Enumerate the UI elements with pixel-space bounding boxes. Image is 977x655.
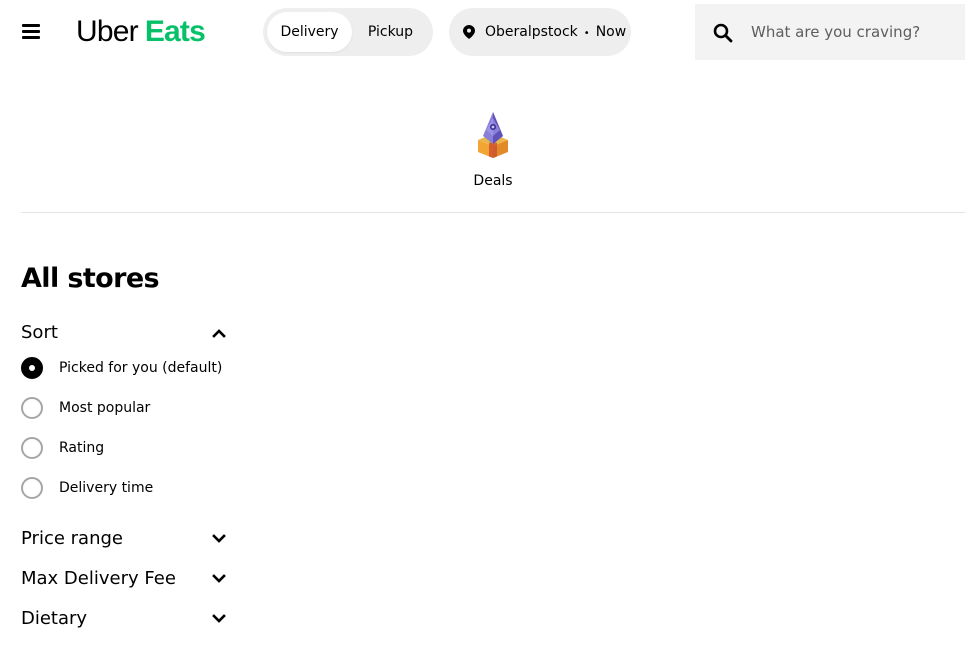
- chevron-down-icon: [212, 534, 226, 543]
- uber-eats-logo[interactable]: Uber Eats: [76, 14, 206, 50]
- radio-button[interactable]: [21, 437, 43, 459]
- max-delivery-fee-section-header[interactable]: Max Delivery Fee: [21, 566, 226, 592]
- sort-section-header[interactable]: Sort: [21, 320, 226, 346]
- price-range-section-header[interactable]: Price range: [21, 526, 226, 552]
- delivery-mode-toggle: Delivery Pickup: [263, 8, 433, 56]
- category-deals[interactable]: Deals: [463, 104, 523, 190]
- location-text: Oberalpstock • Now: [485, 8, 626, 58]
- sort-option-rating[interactable]: Rating: [21, 437, 231, 461]
- location-separator: •: [583, 28, 590, 39]
- chevron-up-icon: [212, 329, 226, 338]
- sort-option-delivery-time[interactable]: Delivery time: [21, 477, 231, 501]
- radio-button-checked[interactable]: [21, 357, 43, 379]
- chevron-down-icon: [212, 614, 226, 623]
- sort-option-label: Most popular: [59, 400, 151, 416]
- logo-uber-text: Uber: [76, 15, 139, 48]
- sort-option-label: Delivery time: [59, 480, 154, 496]
- dietary-section-header[interactable]: Dietary: [21, 606, 226, 632]
- delivery-time: Now: [595, 24, 627, 40]
- section-divider: [21, 212, 965, 213]
- chevron-down-icon: [212, 574, 226, 583]
- radio-button[interactable]: [21, 477, 43, 499]
- deals-icon: [478, 112, 508, 158]
- sort-option-label: Picked for you (default): [59, 360, 223, 376]
- price-range-title: Price range: [21, 528, 123, 549]
- location-place: Oberalpstock: [485, 24, 578, 40]
- location-pin-icon: [463, 25, 475, 39]
- radio-button[interactable]: [21, 397, 43, 419]
- sort-option-label: Rating: [59, 440, 105, 456]
- category-deals-label: Deals: [473, 173, 513, 189]
- location-selector[interactable]: Oberalpstock • Now: [449, 8, 631, 56]
- delivery-tab[interactable]: Delivery: [267, 12, 352, 52]
- search-input[interactable]: [739, 12, 959, 52]
- page-title: All stores: [21, 263, 160, 294]
- search-icon: [713, 23, 733, 43]
- sort-option-picked-for-you[interactable]: Picked for you (default): [21, 357, 231, 381]
- sort-option-most-popular[interactable]: Most popular: [21, 397, 231, 421]
- logo-eats-text: Eats: [144, 15, 206, 48]
- pickup-tab[interactable]: Pickup: [352, 12, 429, 52]
- max-delivery-fee-title: Max Delivery Fee: [21, 568, 176, 589]
- dietary-title: Dietary: [21, 608, 88, 629]
- hamburger-menu-icon[interactable]: [20, 21, 42, 43]
- top-header: Uber Eats Delivery Pickup Oberalpstock • No…: [0, 0, 977, 64]
- search-bar: [695, 4, 965, 60]
- sort-title: Sort: [21, 322, 58, 343]
